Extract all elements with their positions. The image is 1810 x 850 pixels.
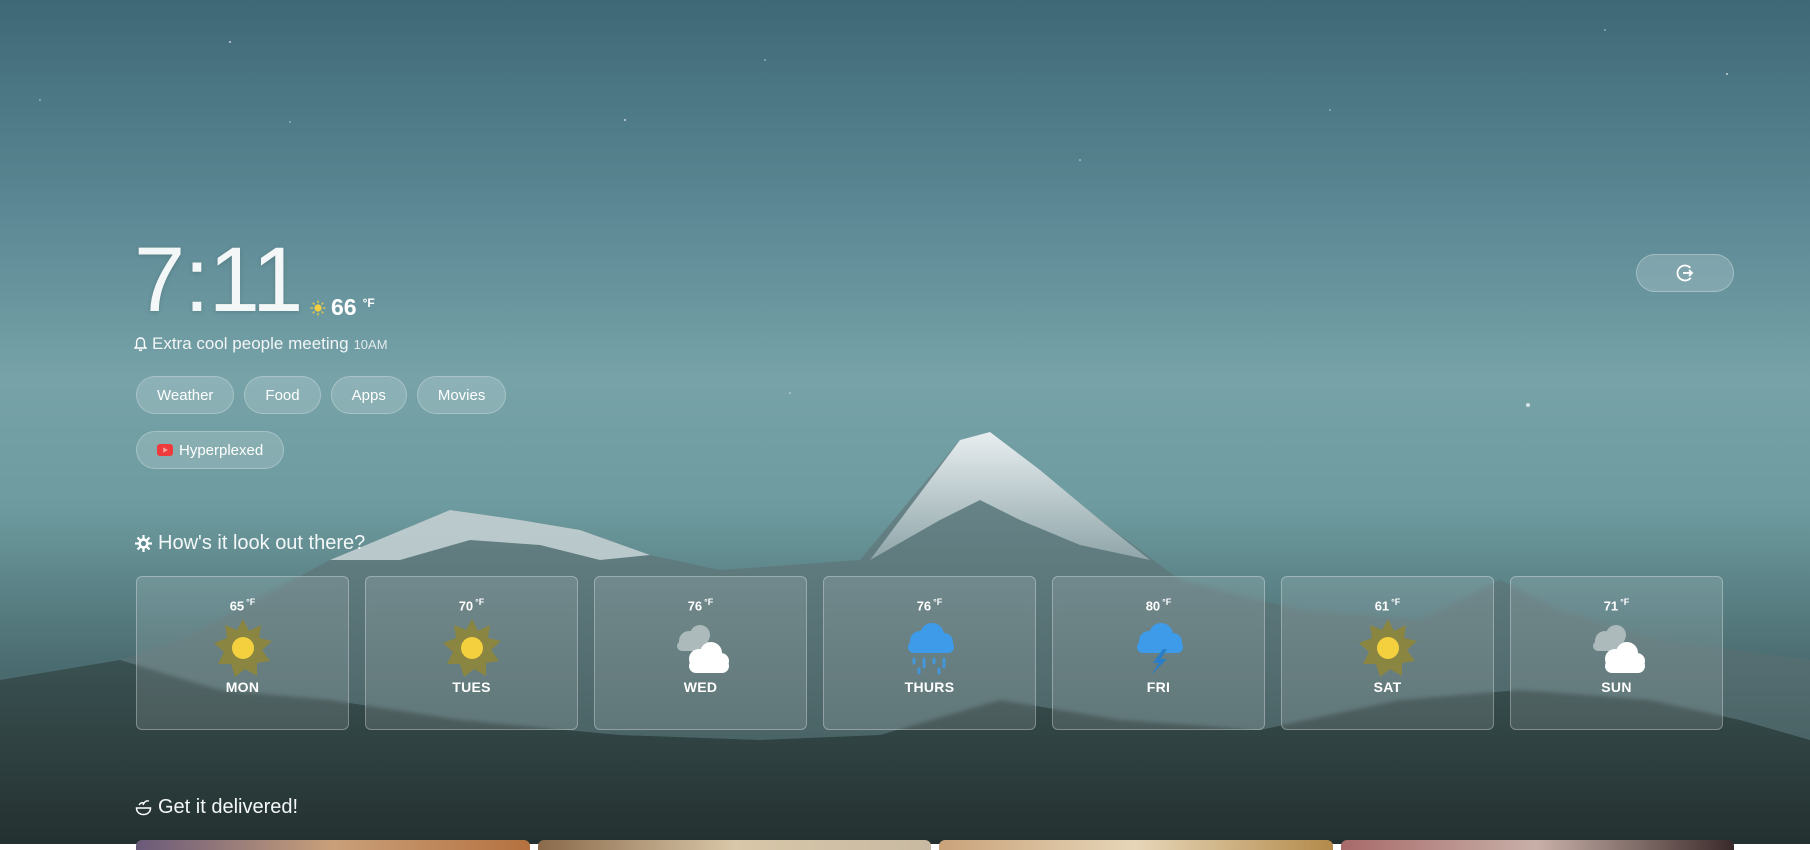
sunny-icon bbox=[213, 619, 272, 678]
forecast-day: FRI bbox=[1146, 679, 1171, 696]
forecast-temp: 76 °F bbox=[687, 597, 714, 614]
forecast-temp: 61 °F bbox=[1374, 597, 1401, 614]
sun-icon bbox=[310, 300, 326, 315]
reminder-title: Extra cool people meeting bbox=[152, 334, 349, 353]
forecast-day: MON bbox=[225, 679, 260, 696]
forecast-card-sat[interactable]: 61 °F SAT bbox=[1281, 576, 1494, 730]
food-card[interactable] bbox=[939, 840, 1333, 850]
forecast-card-sun[interactable]: 71 °F SUN bbox=[1510, 576, 1723, 730]
forecast-card-mon[interactable]: 65 °F MON bbox=[136, 576, 349, 730]
reminder: Extra cool people meeting 10AM bbox=[134, 334, 388, 354]
logout-button[interactable] bbox=[1636, 254, 1734, 292]
food-card[interactable] bbox=[1340, 840, 1734, 850]
reminder-time: 10AM bbox=[353, 337, 388, 352]
food-cards-row bbox=[136, 840, 1734, 850]
forecast-card-thurs[interactable]: 76 °F THURS bbox=[823, 576, 1036, 730]
food-card[interactable] bbox=[136, 840, 530, 850]
weather-section-label: How's it look out there? bbox=[158, 532, 366, 554]
food-section-label: Get it delivered! bbox=[158, 796, 299, 818]
forecast-day: SUN bbox=[1601, 679, 1632, 696]
food-section-title: Get it delivered! bbox=[135, 796, 298, 819]
sunny-icon bbox=[442, 619, 501, 678]
current-temp: 66 bbox=[331, 294, 357, 320]
current-weather: 66 °F bbox=[310, 294, 375, 321]
chip-apps[interactable]: Apps bbox=[330, 376, 407, 414]
sunny-icon bbox=[1358, 619, 1417, 678]
forecast-temp: 71 °F bbox=[1603, 597, 1630, 614]
hyperplexed-label: Hyperplexed bbox=[179, 441, 264, 459]
category-chips: Weather Food Apps Movies bbox=[136, 376, 507, 414]
pinned-links: Hyperplexed bbox=[136, 431, 285, 469]
forecast-card-tues[interactable]: 70 °F TUES bbox=[365, 576, 578, 730]
forecast-temp: 76 °F bbox=[916, 597, 943, 614]
cloudy-icon bbox=[676, 625, 729, 674]
forecast-card-wed[interactable]: 76 °F WED bbox=[594, 576, 807, 730]
food-card[interactable] bbox=[537, 840, 931, 850]
hyperplexed-link[interactable]: Hyperplexed bbox=[136, 431, 285, 469]
forecast-temp: 65 °F bbox=[229, 597, 256, 614]
forecast-day: THURS bbox=[904, 679, 955, 696]
forecast-card-fri[interactable]: 80 °F FRI bbox=[1052, 576, 1265, 730]
forecast-day: SAT bbox=[1373, 679, 1402, 696]
chip-food[interactable]: Food bbox=[244, 376, 321, 414]
forecast-temp: 80 °F bbox=[1145, 597, 1172, 614]
sun-gear-icon bbox=[135, 535, 152, 552]
forecast-day: TUES bbox=[452, 679, 491, 696]
logout-icon bbox=[1676, 264, 1694, 282]
weather-section-title: How's it look out there? bbox=[135, 532, 365, 555]
rainy-icon bbox=[907, 623, 954, 675]
chip-movies[interactable]: Movies bbox=[416, 376, 507, 414]
cloudy-icon bbox=[1592, 625, 1645, 674]
clock-time: 7:11 bbox=[134, 229, 303, 331]
stormy-icon bbox=[1136, 623, 1183, 676]
current-temp-unit: °F bbox=[362, 295, 375, 310]
youtube-icon bbox=[157, 444, 173, 456]
forecast-row: 65 °F MON 70 °F TUES 76 °F WED 76 °F THU… bbox=[136, 576, 1723, 730]
chip-weather[interactable]: Weather bbox=[136, 376, 235, 414]
bell-icon bbox=[134, 336, 147, 351]
bowl-icon bbox=[135, 800, 152, 816]
forecast-temp: 70 °F bbox=[458, 597, 485, 614]
forecast-day: WED bbox=[683, 679, 718, 696]
